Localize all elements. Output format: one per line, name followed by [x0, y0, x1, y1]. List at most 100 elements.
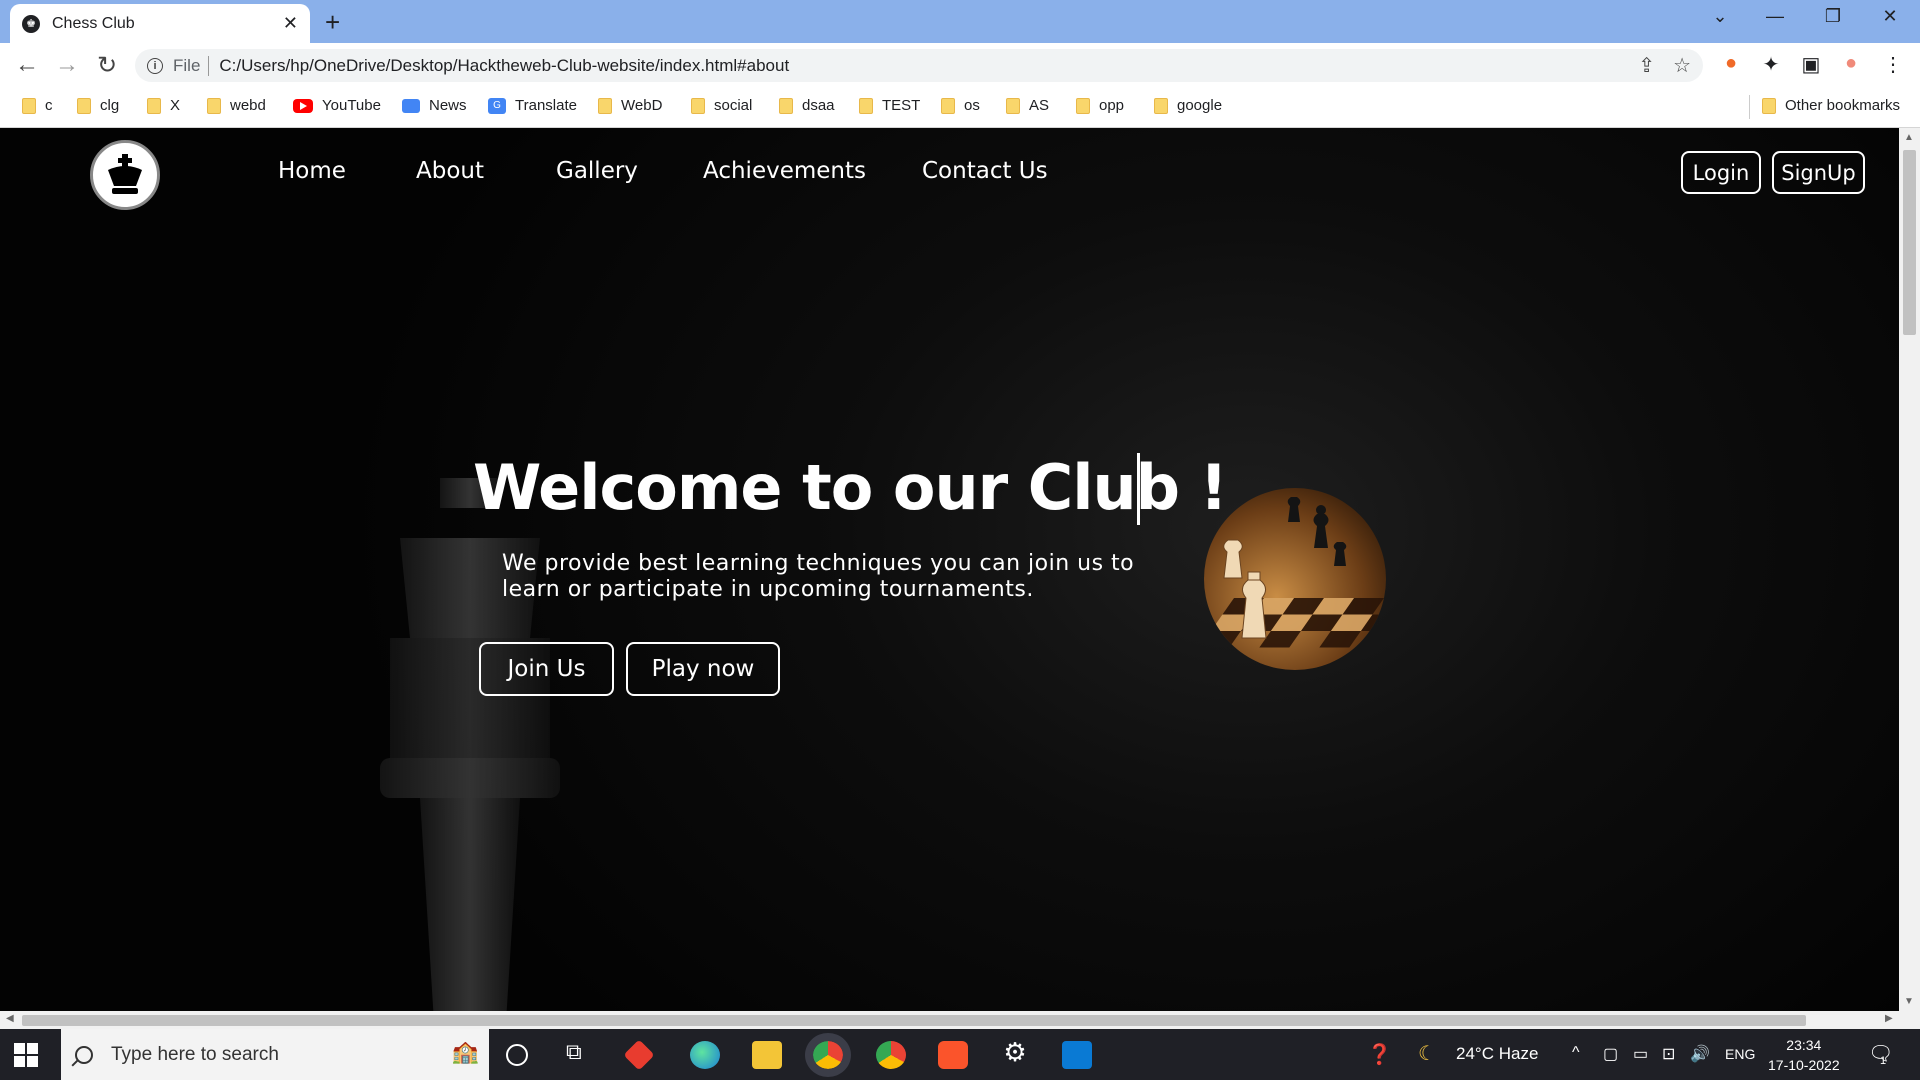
nav-about[interactable]: About [416, 158, 484, 184]
task-view-icon[interactable]: ⧉ [566, 1039, 596, 1067]
address-divider [208, 55, 210, 76]
bookmark-webd-2[interactable]: WebD [598, 97, 662, 114]
bookmark-news[interactable]: News [402, 97, 467, 114]
address-bar[interactable]: i File C:/Users/hp/OneDrive/Desktop/Hack… [135, 49, 1703, 82]
nav-gallery[interactable]: Gallery [556, 158, 638, 184]
bookmark-label: dsaa [802, 97, 835, 114]
side-panel-icon[interactable]: ▣ [1796, 52, 1826, 77]
scroll-down-arrow-icon[interactable]: ▼ [1904, 996, 1914, 1007]
other-bookmarks[interactable]: Other bookmarks [1762, 97, 1900, 114]
show-hidden-icons-icon[interactable]: ^ [1572, 1044, 1580, 1062]
chessboard-image [1204, 488, 1386, 670]
browser-toolbar: ← → ↻ i File C:/Users/hp/OneDrive/Deskto… [0, 43, 1920, 87]
bookmark-star-icon[interactable]: ☆ [1673, 53, 1691, 78]
clock-date: 17-10-2022 [1768, 1057, 1840, 1073]
page-viewport: Home About Gallery Achievements Contact … [0, 128, 1899, 1011]
nav-contact-us[interactable]: Contact Us [922, 158, 1048, 184]
close-window-button[interactable]: ✕ [1870, 6, 1910, 27]
site-navbar: Home About Gallery Achievements Contact … [0, 128, 1899, 218]
horizontal-scrollbar[interactable]: ◀ ▶ [0, 1011, 1899, 1029]
nav-achievements[interactable]: Achievements [703, 158, 866, 184]
app-diamond-icon[interactable] [623, 1039, 655, 1071]
system-clock[interactable]: 23:34 17-10-2022 [1768, 1035, 1840, 1075]
bookmark-google[interactable]: google [1154, 97, 1222, 114]
browser-tab[interactable]: ♚ Chess Club ✕ [10, 4, 310, 43]
signup-button[interactable]: SignUp [1772, 151, 1865, 194]
brave-browser-icon[interactable] [938, 1041, 968, 1069]
hero-title: Welcome to our Club ! [473, 451, 1228, 524]
bookmark-c[interactable]: c [22, 97, 53, 114]
menu-kebab-icon[interactable]: ⋮ [1878, 52, 1908, 77]
chess-club-logo[interactable] [90, 140, 160, 210]
close-tab-icon[interactable]: ✕ [283, 13, 298, 34]
play-now-button[interactable]: Play now [626, 642, 780, 696]
bookmark-translate[interactable]: G Translate [488, 97, 577, 114]
chrome-profile-icon[interactable] [805, 1033, 851, 1077]
folder-icon [22, 97, 36, 114]
vertical-scroll-thumb[interactable] [1903, 150, 1916, 335]
weather-moon-icon[interactable]: ☾ [1418, 1041, 1436, 1066]
vscode-icon[interactable] [1062, 1041, 1092, 1069]
bookmark-label: google [1177, 97, 1223, 114]
folder-icon [941, 97, 955, 114]
network-icon[interactable]: ⊡ [1662, 1044, 1675, 1064]
windows-start-icon[interactable] [14, 1043, 38, 1067]
bookmark-youtube[interactable]: YouTube [293, 97, 381, 114]
file-explorer-icon[interactable] [752, 1041, 782, 1069]
site-info-icon[interactable]: i [147, 57, 163, 74]
weather-text[interactable]: 24°C Haze [1456, 1044, 1538, 1064]
bookmark-label: opp [1099, 97, 1125, 114]
new-tab-button[interactable]: + [325, 7, 340, 38]
battery-icon[interactable]: ▭ [1633, 1044, 1648, 1064]
bookmark-social[interactable]: social [691, 97, 752, 114]
language-indicator[interactable]: ENG [1725, 1046, 1755, 1062]
volume-icon[interactable]: 🔊 [1690, 1044, 1710, 1064]
minimize-button[interactable]: — [1755, 6, 1795, 27]
bookmark-dsaa[interactable]: dsaa [779, 97, 835, 114]
cortana-icon[interactable] [506, 1044, 528, 1066]
back-button[interactable]: ← [12, 51, 42, 79]
folder-icon [1076, 97, 1090, 114]
google-translate-icon: G [488, 97, 506, 114]
notification-count-badge: 1 [1880, 1055, 1887, 1067]
extensions-puzzle-icon[interactable]: ✦ [1756, 52, 1786, 77]
settings-gear-icon[interactable]: ⚙ [1000, 1037, 1030, 1067]
taskbar-search-box[interactable]: Type here to search 🏫 [61, 1029, 489, 1080]
forward-button[interactable]: → [52, 51, 82, 79]
login-button[interactable]: Login [1681, 151, 1761, 194]
bookmark-as[interactable]: AS [1006, 97, 1049, 114]
reload-button[interactable]: ↻ [92, 51, 122, 80]
restore-button[interactable]: ❐ [1813, 6, 1853, 27]
bookmark-opp[interactable]: opp [1076, 97, 1124, 114]
vertical-scrollbar[interactable]: ▲ ▼ [1899, 128, 1920, 1011]
help-icon[interactable]: ❓ [1367, 1042, 1392, 1067]
bookmark-label: social [714, 97, 753, 114]
profile-avatar[interactable]: ● [1836, 52, 1866, 75]
folder-icon [1762, 97, 1776, 114]
bookmark-x[interactable]: X [147, 97, 180, 114]
join-us-button[interactable]: Join Us [479, 642, 614, 696]
youtube-icon [293, 98, 313, 113]
scroll-left-arrow-icon[interactable]: ◀ [6, 1013, 14, 1024]
folder-icon [1006, 97, 1020, 114]
nav-home[interactable]: Home [278, 158, 346, 184]
bookmarks-divider [1749, 95, 1750, 119]
scroll-right-arrow-icon[interactable]: ▶ [1885, 1013, 1893, 1024]
tab-search-icon[interactable]: ⌄ [1700, 6, 1740, 27]
folder-icon [207, 97, 221, 114]
extension-icon[interactable]: ● [1716, 52, 1746, 75]
edge-browser-icon[interactable] [690, 1041, 720, 1069]
bookmark-label: Translate [515, 97, 577, 114]
share-icon[interactable]: ⇪ [1638, 53, 1655, 78]
bookmark-test[interactable]: TEST [859, 97, 920, 114]
url-text[interactable]: C:/Users/hp/OneDrive/Desktop/Hacktheweb-… [219, 56, 1620, 76]
folder-icon [1154, 97, 1168, 114]
meet-icon[interactable]: ▢ [1603, 1044, 1618, 1064]
bookmark-os[interactable]: os [941, 97, 980, 114]
bookmark-clg[interactable]: clg [77, 97, 119, 114]
scroll-up-arrow-icon[interactable]: ▲ [1904, 132, 1914, 143]
bookmark-webd[interactable]: webd [207, 97, 266, 114]
horizontal-scroll-thumb[interactable] [22, 1015, 1806, 1026]
bookmark-label: webd [230, 97, 266, 114]
chrome-icon[interactable] [876, 1041, 906, 1069]
